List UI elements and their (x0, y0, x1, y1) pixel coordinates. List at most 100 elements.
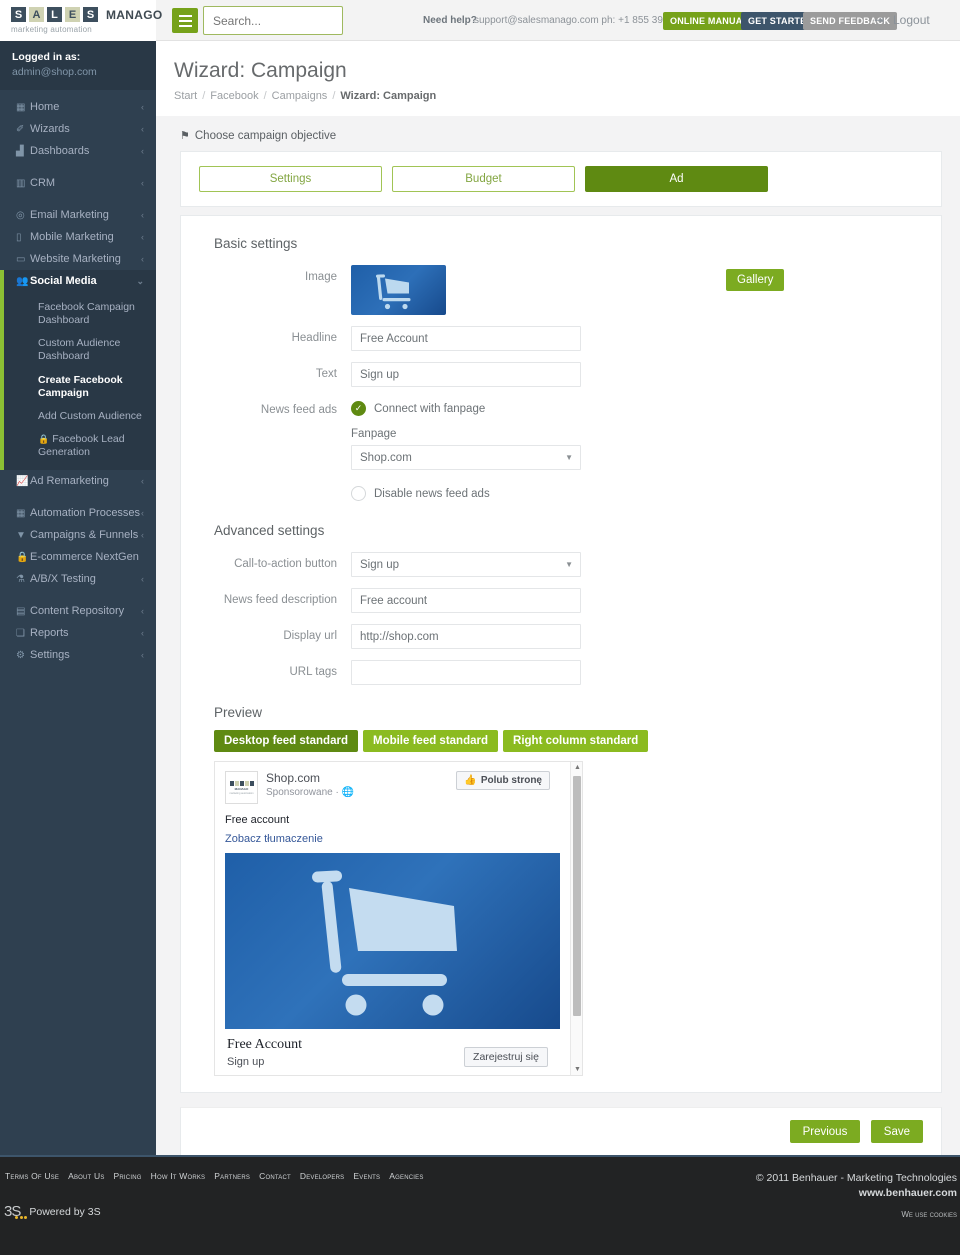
cta-label: Call-to-action button (234, 558, 337, 570)
news-feed-ads-label: News feed ads (260, 404, 337, 416)
tab-desktop-feed-standard[interactable]: Desktop feed standard (214, 730, 358, 752)
footer-link-pricing[interactable]: Pricing (114, 1171, 142, 1181)
breadcrumb-separator: / (332, 90, 336, 102)
sidebar-item-wizards[interactable]: ✐ Wizards ‹ (0, 118, 156, 140)
footer-link-partners[interactable]: Partners (214, 1171, 250, 1181)
sidebar-subitem-create-facebook-campaign[interactable]: Create Facebook Campaign (0, 369, 156, 405)
basic-settings-title: Basic settings (214, 236, 298, 251)
globe-icon: 🌐 (341, 787, 355, 798)
shopping-cart-thumbnail[interactable] (351, 265, 446, 315)
footer-link-about-us[interactable]: About Us (68, 1171, 104, 1181)
sidebar-item-ecommerce-nextgen[interactable]: 🔒 E-commerce NextGen (0, 546, 156, 568)
grid-icon: ▦ (16, 507, 26, 519)
sidebar-item-label: Campaigns & Funnels (30, 529, 139, 542)
preview-sponsored-text: Sponsorowane · (266, 787, 342, 798)
wizard-tabs: Settings Budget Ad (180, 151, 942, 207)
disable-news-feed-ads-option[interactable]: Disable news feed ads (351, 483, 581, 501)
tab-budget[interactable]: Budget (392, 166, 575, 192)
tab-right-column-standard[interactable]: Right column standard (503, 730, 649, 752)
cta-select[interactable] (351, 552, 581, 577)
breadcrumb-separator: / (263, 90, 267, 102)
text-input[interactable] (351, 362, 581, 387)
sidebar-item-social-media[interactable]: 👥 Social Media ⌄ (0, 270, 156, 292)
sidebar-item-label: Email Marketing (30, 209, 109, 221)
sidebar-item-content-repository[interactable]: ▤ Content Repository ‹ (0, 600, 156, 622)
preview-cta-button[interactable]: Zarejestruj się (464, 1047, 548, 1067)
sidebar-item-label: Settings (30, 649, 70, 662)
footer-links: Terms Of Use About Us Pricing How It Wor… (5, 1171, 424, 1181)
headline-input[interactable] (351, 326, 581, 351)
preview-scrollbar[interactable]: ▲ ▼ (570, 762, 582, 1075)
display-url-input[interactable] (351, 624, 581, 649)
tab-ad[interactable]: Ad (585, 166, 768, 192)
sidebar-nav: ▦ Home ‹ ✐ Wizards ‹ ▟ Dashboards ‹ ▥ CR… (0, 90, 156, 666)
footer-link-agencies[interactable]: Agencies (389, 1171, 423, 1181)
news-feed-ads-row: News feed ads ✓ Connect with fanpage Fan… (199, 398, 923, 501)
footer-link-developers[interactable]: Developers (300, 1171, 345, 1181)
disable-news-feed-ads-label: Disable news feed ads (374, 487, 490, 500)
chevron-left-icon: ‹ (141, 178, 144, 188)
footer-link-terms-of-use[interactable]: Terms Of Use (5, 1171, 59, 1181)
scrollbar-thumb[interactable] (573, 776, 581, 1016)
chevron-left-icon: ‹ (141, 574, 144, 585)
breadcrumb-start[interactable]: Start (174, 90, 197, 102)
footer-link-events[interactable]: Events (353, 1171, 380, 1181)
connect-with-fanpage-option[interactable]: ✓ Connect with fanpage (351, 398, 581, 416)
footer-link-contact[interactable]: Contact (259, 1171, 291, 1181)
fanpage-select[interactable] (351, 445, 581, 470)
chevron-left-icon: ‹ (141, 210, 144, 220)
logo-letter: S (83, 7, 98, 22)
tab-mobile-feed-standard[interactable]: Mobile feed standard (362, 730, 499, 752)
sidebar-item-reports[interactable]: ❏ Reports ‹ (0, 622, 156, 644)
search-input[interactable] (203, 6, 343, 35)
scroll-down-icon[interactable]: ▼ (574, 1066, 581, 1073)
sidebar-item-campaigns-funnels[interactable]: ▼ Campaigns & Funnels ‹ (0, 524, 156, 546)
thumbs-up-icon: 👍 (464, 775, 477, 786)
hamburger-icon[interactable] (172, 8, 198, 33)
brand-logo[interactable]: S A L E S MANAGO marketing automation (0, 0, 162, 41)
sidebar-item-ad-remarketing[interactable]: 📈 Ad Remarketing ‹ (0, 470, 156, 492)
sidebar-item-abx-testing[interactable]: ⚗ A/B/X Testing ‹ (0, 568, 156, 590)
scroll-up-icon[interactable]: ▲ (574, 764, 581, 771)
save-button[interactable]: Save (870, 1120, 923, 1143)
sidebar-subitem-add-custom-audience[interactable]: Add Custom Audience (0, 405, 156, 428)
breadcrumb-facebook[interactable]: Facebook (210, 90, 258, 102)
sidebar-item-automation-processes[interactable]: ▦ Automation Processes ‹ (0, 502, 156, 524)
footer-link-how-it-works[interactable]: How It Works (151, 1171, 206, 1181)
sidebar-item-settings[interactable]: ⚙ Settings ‹ (0, 644, 156, 666)
previous-button[interactable]: Previous (789, 1120, 861, 1143)
gears-icon: ⚙ (16, 649, 25, 661)
campaign-objective-header: ⚑ Choose campaign objective (156, 116, 960, 142)
url-tags-input[interactable] (351, 660, 581, 685)
gallery-button[interactable]: Gallery (726, 269, 785, 291)
sidebar-item-label: Mobile Marketing (30, 231, 114, 243)
sidebar-item-website-marketing[interactable]: ▭ Website Marketing ‹ (0, 248, 156, 270)
sidebar-subitem-facebook-lead-generation[interactable]: 🔒 Facebook Lead Generation (0, 428, 156, 464)
bars-icon: ▥ (16, 177, 26, 189)
breadcrumb-campaigns[interactable]: Campaigns (272, 90, 328, 102)
sidebar-item-email-marketing[interactable]: ◎ Email Marketing ‹ (0, 204, 156, 226)
chevron-left-icon: ‹ (141, 606, 144, 617)
logo-wordmark: MANAGO (106, 7, 163, 22)
sidebar-item-dashboards[interactable]: ▟ Dashboards ‹ (0, 140, 156, 162)
company-website[interactable]: www.benhauer.com (859, 1187, 957, 1199)
at-icon: ◎ (16, 209, 25, 221)
news-feed-description-row: News feed description (199, 588, 923, 613)
preview-translate-link[interactable]: Zobacz tłumaczenie (225, 833, 550, 845)
image-label: Image (305, 271, 337, 283)
logout-icon[interactable]: ⇥ (874, 13, 884, 27)
sidebar-subitem-facebook-campaign-dashboard[interactable]: Facebook Campaign Dashboard (0, 296, 156, 332)
headline-label: Headline (291, 332, 337, 344)
sidebar-item-crm[interactable]: ▥ CRM ‹ (0, 172, 156, 194)
sidebar-item-mobile-marketing[interactable]: ▯ Mobile Marketing ‹ (0, 226, 156, 248)
like-page-button[interactable]: 👍 Polub stronę (456, 771, 550, 790)
news-feed-description-input[interactable] (351, 588, 581, 613)
logout-button[interactable]: Logout (893, 13, 930, 27)
tab-settings[interactable]: Settings (199, 166, 382, 192)
sidebar-item-home[interactable]: ▦ Home ‹ (0, 96, 156, 118)
cta-select-wrapper: ▼ (351, 552, 581, 577)
chevron-left-icon: ‹ (141, 232, 144, 242)
sidebar-subitem-custom-audience-dashboard[interactable]: Custom Audience Dashboard (0, 332, 156, 368)
text-row: Text (199, 362, 923, 387)
sidebar-item-label: Website Marketing (30, 253, 121, 265)
